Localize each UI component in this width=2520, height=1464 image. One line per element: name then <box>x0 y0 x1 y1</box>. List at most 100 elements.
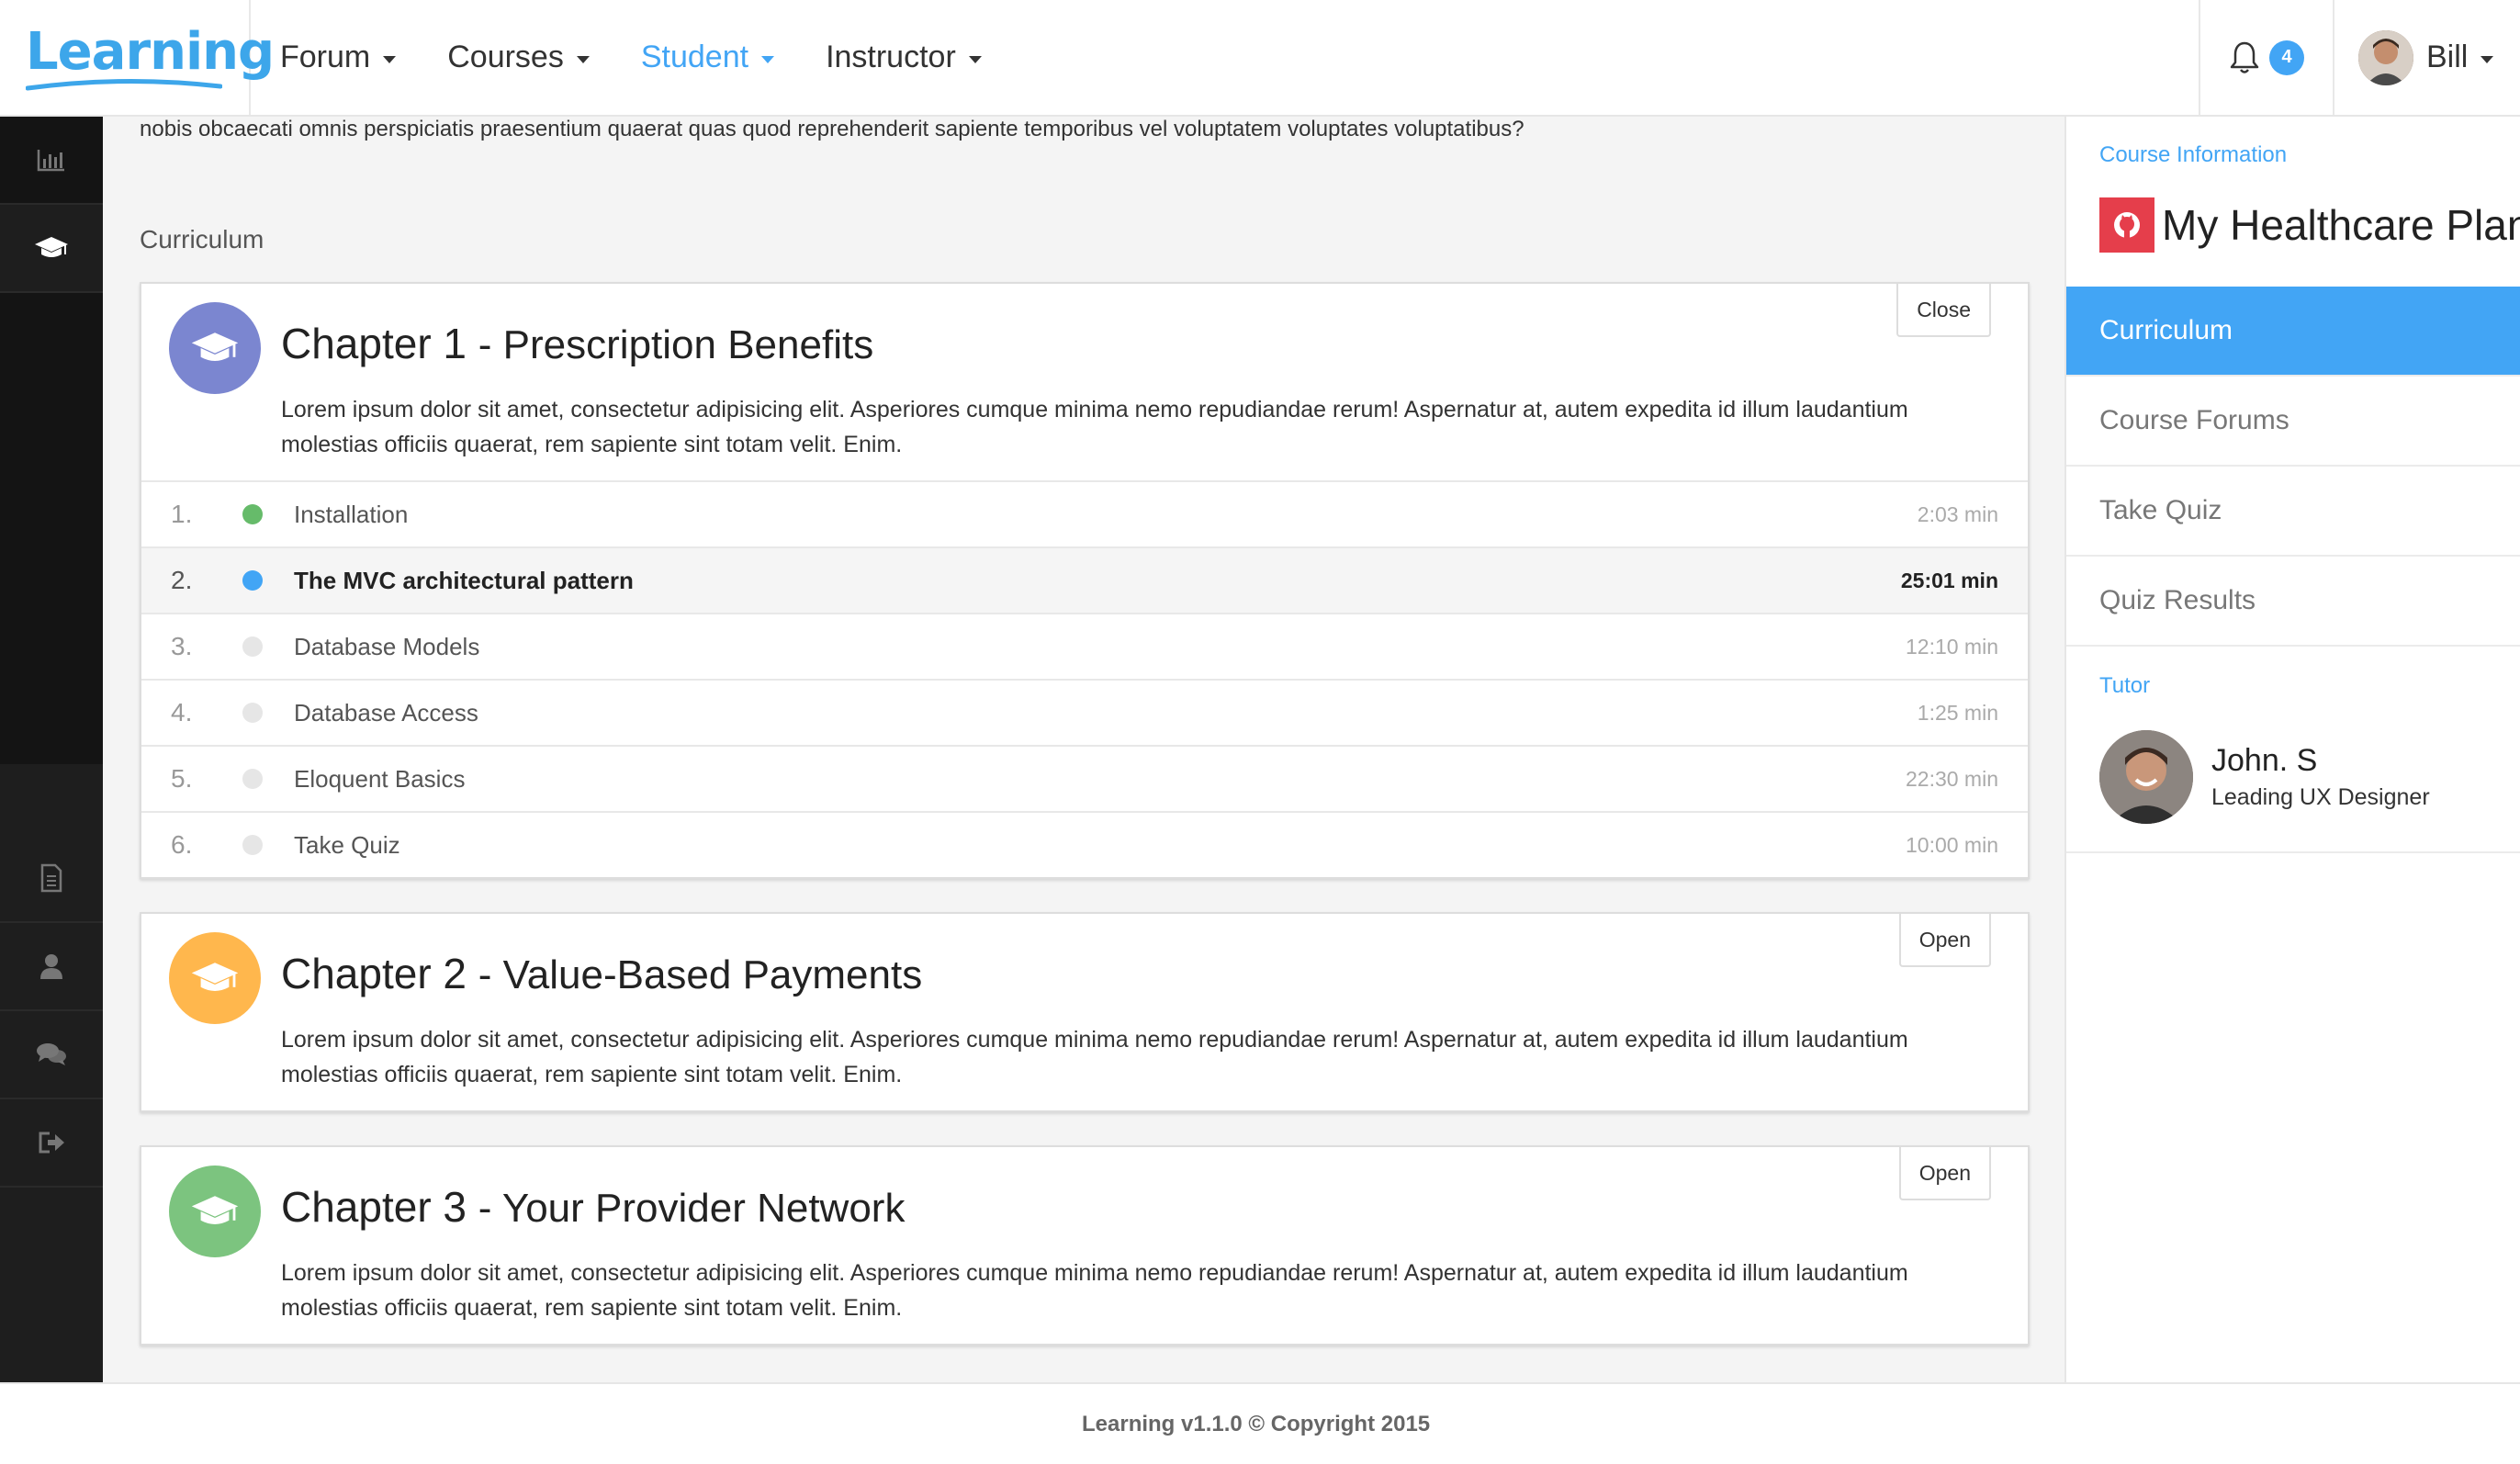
brand-swoosh-icon <box>26 78 222 91</box>
tutor-name: John. S <box>2211 743 2318 778</box>
nav-courses[interactable]: Courses <box>447 39 590 75</box>
tutor-card[interactable]: John. S Leading UX Designer <box>2099 730 2430 824</box>
lesson-row[interactable]: 6. Take Quiz 10:00 min <box>141 811 2028 877</box>
lesson-row[interactable]: 3. Database Models 12:10 min <box>141 613 2028 679</box>
chapter-title: Chapter 3 - Your Provider Network <box>281 1182 905 1232</box>
nav-right: 4 Bill <box>2199 0 2520 115</box>
panel-menu-label: Take Quiz <box>2099 495 2222 525</box>
caret-down-icon <box>968 55 982 63</box>
lesson-duration: 1:25 min <box>1917 700 1998 725</box>
chapter-title: Chapter 2 - Value-Based Payments <box>281 949 922 998</box>
graduation-cap-icon <box>191 963 239 991</box>
lesson-title: Installation <box>294 500 409 528</box>
main-content: nobis obcaecati omnis perspiciatis praes… <box>103 117 2064 1382</box>
lesson-number: 5. <box>171 764 193 793</box>
sign-out-icon <box>39 1132 64 1154</box>
user-name: Bill <box>2426 39 2469 74</box>
course-title: My Healthcare Plan <box>2162 201 2520 249</box>
lesson-status-dot <box>242 703 263 723</box>
brand-logo[interactable]: Learning <box>0 0 275 115</box>
caret-down-icon <box>383 55 397 63</box>
chapter-badge <box>169 1166 261 1257</box>
lesson-title: Database Models <box>294 632 480 660</box>
chapter-description: Lorem ipsum dolor sit amet, consectetur … <box>281 397 1908 457</box>
panel-menu-label: Quiz Results <box>2099 585 2256 615</box>
sidebar-item-courses[interactable] <box>0 205 103 293</box>
chapter-card: Open Chapter 2 - Value-Based Payments Lo… <box>140 912 2030 1112</box>
lesson-row[interactable]: 4. Database Access 1:25 min <box>141 679 2028 745</box>
lesson-title: Eloquent Basics <box>294 764 466 793</box>
tutor-label: Tutor <box>2099 673 2151 698</box>
avatar <box>2358 29 2413 85</box>
top-navbar: Learning Forum Courses Student Instructo… <box>0 0 2520 117</box>
chapter-card: Open Chapter 3 - Your Provider Network L… <box>140 1145 2030 1346</box>
graduation-cap-icon <box>191 332 239 361</box>
lesson-row[interactable]: 5. Eloquent Basics 22:30 min <box>141 745 2028 811</box>
nav-instructor[interactable]: Instructor <box>826 39 982 75</box>
panel-menu-label: Course Forums <box>2099 405 2289 435</box>
footer: Learning v1.1.0 © Copyright 2015 <box>0 1382 2520 1464</box>
sidebar-item-stats[interactable] <box>0 117 103 205</box>
panel-menu-quiz-results[interactable]: Quiz Results <box>2066 557 2520 647</box>
caret-down-icon <box>2481 55 2494 63</box>
chapter-card: Close Chapter 1 - Prescription Benefits … <box>140 282 2030 879</box>
chapter-title: Chapter 1 - Prescription Benefits <box>281 319 873 368</box>
caret-down-icon <box>576 55 590 63</box>
avatar <box>2099 730 2193 824</box>
sidebar-item-profile[interactable] <box>0 923 103 1011</box>
panel-menu-take-quiz[interactable]: Take Quiz <box>2066 467 2520 557</box>
nav-courses-label: Courses <box>447 39 564 74</box>
lesson-duration: 10:00 min <box>1905 832 1998 857</box>
caret-down-icon <box>761 55 775 63</box>
lesson-number: 6. <box>171 830 193 859</box>
nav-instructor-label: Instructor <box>826 39 956 74</box>
panel-menu-label: Curriculum <box>2099 315 2233 345</box>
lesson-status-dot <box>242 504 263 524</box>
lesson-title: Database Access <box>294 698 478 726</box>
copyright-text: Learning v1.1.0 © Copyright 2015 <box>1082 1411 1431 1436</box>
panel-menu-curriculum[interactable]: Curriculum <box>2066 287 2520 377</box>
lesson-duration: 22:30 min <box>1905 766 1998 791</box>
nav-student-label: Student <box>640 39 749 74</box>
lesson-row[interactable]: 1. Installation 2:03 min <box>141 480 2028 546</box>
user-icon <box>40 954 62 979</box>
chapter-subtitle: - Your Provider Network <box>478 1186 906 1231</box>
lesson-title: The MVC architectural pattern <box>294 566 634 594</box>
chapter-close-button[interactable]: Close <box>1896 284 1991 337</box>
course-heading: My Healthcare Plan <box>2099 197 2520 253</box>
lesson-status-dot <box>242 769 263 789</box>
nav-forum[interactable]: Forum <box>280 39 397 75</box>
lesson-number: 4. <box>171 698 193 726</box>
sidebar-item-documents[interactable] <box>0 835 103 923</box>
chapter-number: Chapter 3 <box>281 1183 467 1231</box>
notifications-button[interactable]: 4 <box>2199 0 2333 115</box>
notifications-count-badge: 4 <box>2269 39 2304 75</box>
lesson-title: Take Quiz <box>294 830 400 859</box>
sidebar-item-messages[interactable] <box>0 1011 103 1099</box>
chapter-badge <box>169 302 261 394</box>
lesson-duration: 25:01 min <box>1900 568 1998 592</box>
lesson-status-dot <box>242 835 263 855</box>
left-sidebar <box>0 117 103 1382</box>
course-info-panel: Course Information My Healthcare Plan Cu… <box>2064 117 2520 1382</box>
main-nav: Forum Courses Student Instructor <box>251 0 1004 115</box>
bar-chart-icon <box>37 150 64 172</box>
chapter-open-button[interactable]: Open <box>1898 914 1991 967</box>
chapter-description: Lorem ipsum dolor sit amet, consectetur … <box>281 1260 1908 1321</box>
lesson-number: 2. <box>171 566 193 594</box>
lesson-row-current[interactable]: 2. The MVC architectural pattern 25:01 m… <box>141 546 2028 613</box>
course-info-label: Course Information <box>2099 142 2288 167</box>
lesson-duration: 2:03 min <box>1917 501 1998 526</box>
lesson-duration: 12:10 min <box>1905 634 1998 659</box>
sidebar-item-logout[interactable] <box>0 1099 103 1188</box>
tutor-info: John. S Leading UX Designer <box>2211 743 2430 811</box>
chapter-description: Lorem ipsum dolor sit amet, consectetur … <box>281 1027 1908 1087</box>
lesson-number: 3. <box>171 632 193 660</box>
comments-icon <box>37 1043 66 1065</box>
document-icon <box>40 863 62 893</box>
nav-student[interactable]: Student <box>640 39 775 75</box>
user-menu[interactable]: Bill <box>2333 0 2520 115</box>
panel-menu-course-forums[interactable]: Course Forums <box>2066 377 2520 467</box>
bell-icon <box>2230 41 2259 73</box>
chapter-open-button[interactable]: Open <box>1898 1147 1991 1200</box>
